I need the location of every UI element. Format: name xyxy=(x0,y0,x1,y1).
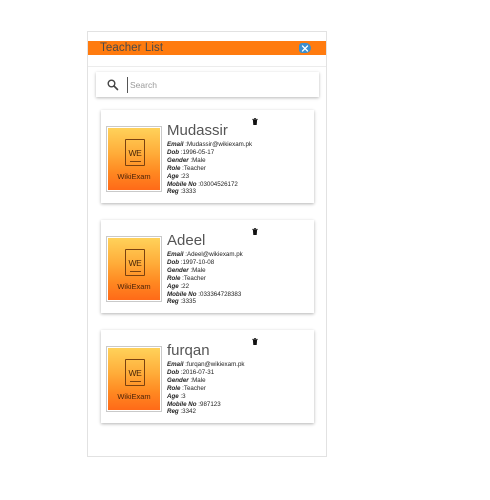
detail-label: Gender xyxy=(167,266,189,274)
close-button[interactable] xyxy=(299,43,311,53)
detail-label: Dob xyxy=(167,368,180,376)
trash-icon[interactable] xyxy=(252,228,258,235)
logo-wordmark: WikiExam xyxy=(117,392,151,401)
search-input[interactable] xyxy=(127,76,297,93)
avatar: WE WikiExam xyxy=(106,126,162,192)
detail-label: Email xyxy=(167,251,184,258)
logo-mark: WE xyxy=(125,249,145,276)
detail-value: 033364728383 xyxy=(200,290,242,298)
teacher-name: Mudassir xyxy=(167,122,228,139)
close-x-icon xyxy=(301,44,309,52)
detail-label: Email xyxy=(167,141,184,148)
detail-row: Reg :3333 xyxy=(167,188,312,196)
detail-row: Role :Teacher xyxy=(167,385,312,393)
detail-row: Email :Adeel@wikiexam.pk xyxy=(167,251,312,259)
teacher-details: Email :Mudassir@wikiexam.pk Dob :1996-05-… xyxy=(167,141,312,196)
detail-row: Reg :3335 xyxy=(167,298,312,306)
teacher-details: Email :Adeel@wikiexam.pk Dob :1997-10-08 G… xyxy=(167,251,312,306)
detail-label: Reg xyxy=(167,298,179,306)
wikiexam-logo: WE WikiExam xyxy=(108,128,160,190)
detail-label: Reg xyxy=(167,188,179,196)
detail-value: 987123 xyxy=(200,400,221,408)
detail-label: Age xyxy=(167,172,179,180)
detail-label: Role xyxy=(167,384,181,392)
wikiexam-logo: WE WikiExam xyxy=(108,348,160,410)
detail-row: Mobile No :03004526172 xyxy=(167,181,312,189)
detail-value: Male xyxy=(192,266,206,274)
detail-value: 03004526172 xyxy=(200,180,238,188)
detail-row: Age :3 xyxy=(167,393,312,401)
avatar: WE WikiExam xyxy=(106,236,162,302)
detail-label: Mobile No xyxy=(167,400,197,408)
detail-row: Mobile No :033364728383 xyxy=(167,291,312,299)
detail-row: Age :23 xyxy=(167,173,312,181)
detail-value: 3335 xyxy=(182,298,196,306)
detail-row: Mobile No :987123 xyxy=(167,401,312,409)
detail-label: Reg xyxy=(167,408,179,416)
detail-value: furqan@wikiexam.pk xyxy=(186,361,245,368)
detail-row: Dob :2016-07-31 xyxy=(167,369,312,377)
detail-row: Role :Teacher xyxy=(167,275,312,283)
detail-value: 1997-10-08 xyxy=(182,258,215,266)
logo-wordmark: WikiExam xyxy=(117,282,151,291)
teacher-card[interactable]: WE WikiExam Adeel Email :Adeel@wikiexam.… xyxy=(101,220,314,313)
search-icon[interactable] xyxy=(106,78,120,92)
trash-icon[interactable] xyxy=(252,338,258,345)
detail-label: Mobile No xyxy=(167,180,197,188)
detail-value: 22 xyxy=(182,282,190,290)
detail-row: Gender :Male xyxy=(167,157,312,165)
detail-row: Gender :Male xyxy=(167,267,312,275)
logo-mark: WE xyxy=(125,139,145,166)
detail-label: Dob xyxy=(167,148,180,156)
teacher-list-panel: Teacher List WE WikiExam Mudassir Email … xyxy=(87,31,327,457)
detail-value: Male xyxy=(192,156,206,164)
wikiexam-logo: WE WikiExam xyxy=(108,238,160,300)
detail-value: Teacher xyxy=(183,384,206,392)
detail-label: Mobile No xyxy=(167,290,197,298)
page-title: Teacher List xyxy=(100,42,164,54)
detail-row: Dob :1997-10-08 xyxy=(167,259,312,267)
detail-label: Age xyxy=(167,282,179,290)
detail-value: 1996-05-17 xyxy=(182,148,215,156)
detail-label: Role xyxy=(167,164,181,172)
logo-wordmark: WikiExam xyxy=(117,172,151,181)
detail-value: Adeel@wikiexam.pk xyxy=(186,251,243,258)
teacher-name: furqan xyxy=(167,342,210,359)
divider xyxy=(88,66,326,67)
detail-row: Reg :3342 xyxy=(167,408,312,416)
detail-value: Teacher xyxy=(183,274,206,282)
teacher-card[interactable]: WE WikiExam Mudassir Email :Mudassir@wik… xyxy=(101,110,314,203)
detail-value: 3333 xyxy=(182,188,196,196)
detail-row: Email :furqan@wikiexam.pk xyxy=(167,361,312,369)
search-bar xyxy=(96,72,319,97)
logo-mark: WE xyxy=(125,359,145,386)
detail-row: Role :Teacher xyxy=(167,165,312,173)
detail-label: Gender xyxy=(167,156,189,164)
detail-row: Gender :Male xyxy=(167,377,312,385)
detail-value: Teacher xyxy=(183,164,206,172)
teacher-card[interactable]: WE WikiExam furqan Email :furqan@wikiexa… xyxy=(101,330,314,423)
trash-icon[interactable] xyxy=(252,118,258,125)
teacher-details: Email :furqan@wikiexam.pk Dob :2016-07-31… xyxy=(167,361,312,416)
teacher-name: Adeel xyxy=(167,232,206,249)
detail-value: Mudassir@wikiexam.pk xyxy=(186,141,253,148)
detail-value: 3342 xyxy=(182,408,196,416)
detail-row: Age :22 xyxy=(167,283,312,291)
detail-value: 3 xyxy=(182,392,186,400)
avatar: WE WikiExam xyxy=(106,346,162,412)
detail-label: Age xyxy=(167,392,179,400)
detail-label: Gender xyxy=(167,376,189,384)
detail-row: Dob :1996-05-17 xyxy=(167,149,312,157)
detail-label: Dob xyxy=(167,258,180,266)
detail-value: 23 xyxy=(182,172,190,180)
detail-value: 2016-07-31 xyxy=(182,368,215,376)
detail-label: Role xyxy=(167,274,181,282)
detail-value: Male xyxy=(192,376,206,384)
detail-label: Email xyxy=(167,361,184,368)
header-bar: Teacher List xyxy=(88,41,326,55)
detail-row: Email :Mudassir@wikiexam.pk xyxy=(167,141,312,149)
